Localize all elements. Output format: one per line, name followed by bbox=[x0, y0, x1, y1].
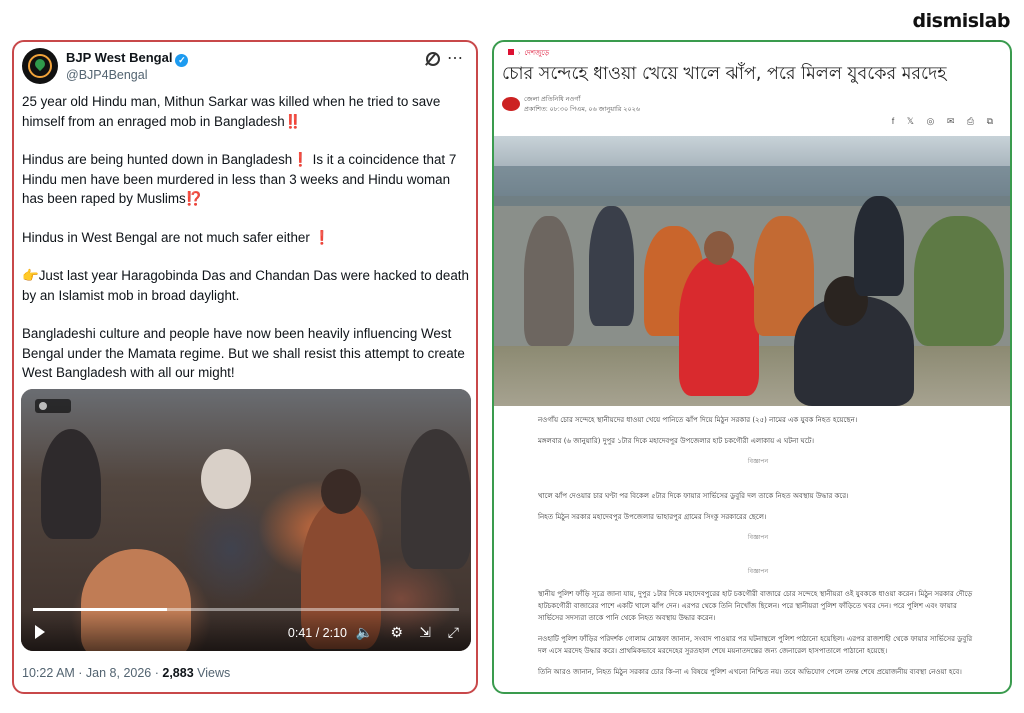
exclamation-icon: ❗ bbox=[292, 152, 309, 167]
double-exclamation-icon: ‼️ bbox=[284, 113, 302, 129]
minimize-icon[interactable]: ⇲ bbox=[419, 624, 431, 640]
article-paragraph: খালে ঝাঁপ দেওয়ার চার ঘণ্টা পর বিকেল ৫টা… bbox=[538, 492, 849, 500]
author-name: জেলা প্রতিনিধি নওগাঁ bbox=[524, 96, 581, 103]
tweet-header: BJP West Bengal ✓ @BJP4Bengal ⋯ bbox=[22, 48, 468, 88]
account-name-text[interactable]: BJP West Bengal bbox=[66, 50, 172, 65]
tweet-paragraph: 25 year old Hindu man, Mithun Sarkar was… bbox=[22, 92, 470, 131]
tweet-card: BJP West Bengal ✓ @BJP4Bengal ⋯ 25 year o… bbox=[12, 40, 478, 694]
views-label: Views bbox=[193, 666, 231, 680]
video-controls: 0:41 / 2:10 🔈 ⚙ ⇲ ⤢ bbox=[21, 611, 471, 651]
interrobang-icon: ⁉️ bbox=[185, 191, 203, 206]
tweet-paragraph: Bangladeshi culture and people have now … bbox=[22, 324, 470, 383]
volume-icon[interactable]: 🔈 bbox=[356, 624, 373, 640]
grok-icon[interactable] bbox=[426, 52, 440, 66]
tweet-video[interactable]: 0:41 / 2:10 🔈 ⚙ ⇲ ⤢ bbox=[21, 389, 471, 651]
tweet-text-span: Hindus in West Bengal are not much safer… bbox=[22, 229, 310, 245]
tweet-paragraph: 👉Just last year Haragobinda Das and Chan… bbox=[22, 266, 470, 305]
view-count: 2,883 bbox=[162, 666, 194, 680]
tweet-text-span: 25 year old Hindu man, Mithun Sarkar was… bbox=[22, 94, 441, 129]
settings-icon[interactable]: ⚙ bbox=[390, 624, 403, 640]
publisher-logo bbox=[502, 97, 520, 111]
ad-label: বিজ্ঞাপন bbox=[747, 534, 769, 541]
tweet-meta: 10:22 AM · Jan 8, 2026 · 2,883 Views bbox=[22, 666, 230, 680]
article-paragraph: নিহত মিঠুন সরকার মহাদেবপুর উপজেলার ভাহার… bbox=[538, 513, 767, 521]
account-name[interactable]: BJP West Bengal ✓ bbox=[66, 50, 189, 67]
breadcrumb-separator: › bbox=[518, 50, 521, 57]
tweet-paragraph: Hindus are being hunted down in Banglade… bbox=[22, 150, 470, 209]
article-photo bbox=[494, 136, 1010, 406]
play-icon[interactable] bbox=[35, 625, 45, 639]
article-title: চোর সন্দেহে ধাওয়া খেয়ে খালে ঝাঁপ, পরে … bbox=[502, 64, 947, 84]
article-paragraph: মঙ্গলবার (৬ জানুয়ারি) দুপুর ১টার দিকে ম… bbox=[538, 437, 815, 445]
article-byline: জেলা প্রতিনিধি নওগাঁ প্রকাশিত: ০৮:৩০ পিএম… bbox=[524, 95, 640, 115]
article-paragraph: নওগাঁয় চোর সন্দেহে স্থানীয়দের ধাওয়া খ… bbox=[538, 416, 858, 424]
tweet-text-span: Bangladeshi culture and people have now … bbox=[22, 326, 465, 380]
article-paragraph: তিনি আরও জানান, নিহত মিঠুন সরকার চোর কি-… bbox=[538, 668, 962, 676]
breadcrumb-section[interactable]: দেশজুড়ে bbox=[524, 50, 549, 57]
more-icon[interactable]: ⋯ bbox=[447, 48, 464, 68]
ad-label: বিজ্ঞাপন bbox=[747, 458, 769, 465]
account-handle[interactable]: @BJP4Bengal bbox=[66, 68, 148, 82]
article-paragraph: স্থানীয় পুলিশ ফাঁড়ি সূত্রে জানা যায়, … bbox=[538, 590, 973, 622]
tweet-date[interactable]: 10:22 AM · Jan 8, 2026 · bbox=[22, 666, 162, 680]
tweet-paragraph: Hindus in West Bengal are not much safer… bbox=[22, 228, 470, 248]
publish-date: প্রকাশিত: ০৮:৩০ পিএম, ০৬ জানুয়ারি ২০২৬ bbox=[524, 106, 641, 113]
breadcrumb: › দেশজুড়ে bbox=[508, 47, 549, 59]
share-icons[interactable]: f 𝕏 ◎ ✉ ⎙ ⧉ bbox=[892, 116, 998, 127]
dismislab-logo: dismislab bbox=[912, 10, 1011, 32]
article-paragraph: নওহাটি পুলিশ ফাঁড়ির পরিদর্শক গোলাম মোস্… bbox=[538, 635, 973, 655]
verified-badge-icon: ✓ bbox=[175, 54, 189, 67]
video-overlay-badge bbox=[35, 399, 71, 413]
article-body: নওগাঁয় চোর সন্দেহে স্থানীয়দের ধাওয়া খ… bbox=[538, 414, 978, 687]
avatar[interactable] bbox=[22, 48, 58, 84]
fullscreen-icon[interactable]: ⤢ bbox=[448, 624, 459, 640]
home-icon[interactable] bbox=[508, 49, 514, 55]
news-article: › দেশজুড়ে চোর সন্দেহে ধাওয়া খেয়ে খালে … bbox=[492, 40, 1012, 694]
exclamation-icon: ❗ bbox=[313, 229, 331, 245]
tweet-text-span: Hindus are being hunted down in Banglade… bbox=[22, 152, 293, 167]
pointing-hand-icon: 👉 bbox=[22, 268, 39, 283]
video-time: 0:41 / 2:10 bbox=[287, 626, 347, 640]
tweet-text: 25 year old Hindu man, Mithun Sarkar was… bbox=[22, 92, 470, 402]
ad-label: বিজ্ঞাপন bbox=[747, 568, 769, 575]
tweet-text-span: Just last year Haragobinda Das and Chand… bbox=[22, 268, 469, 303]
